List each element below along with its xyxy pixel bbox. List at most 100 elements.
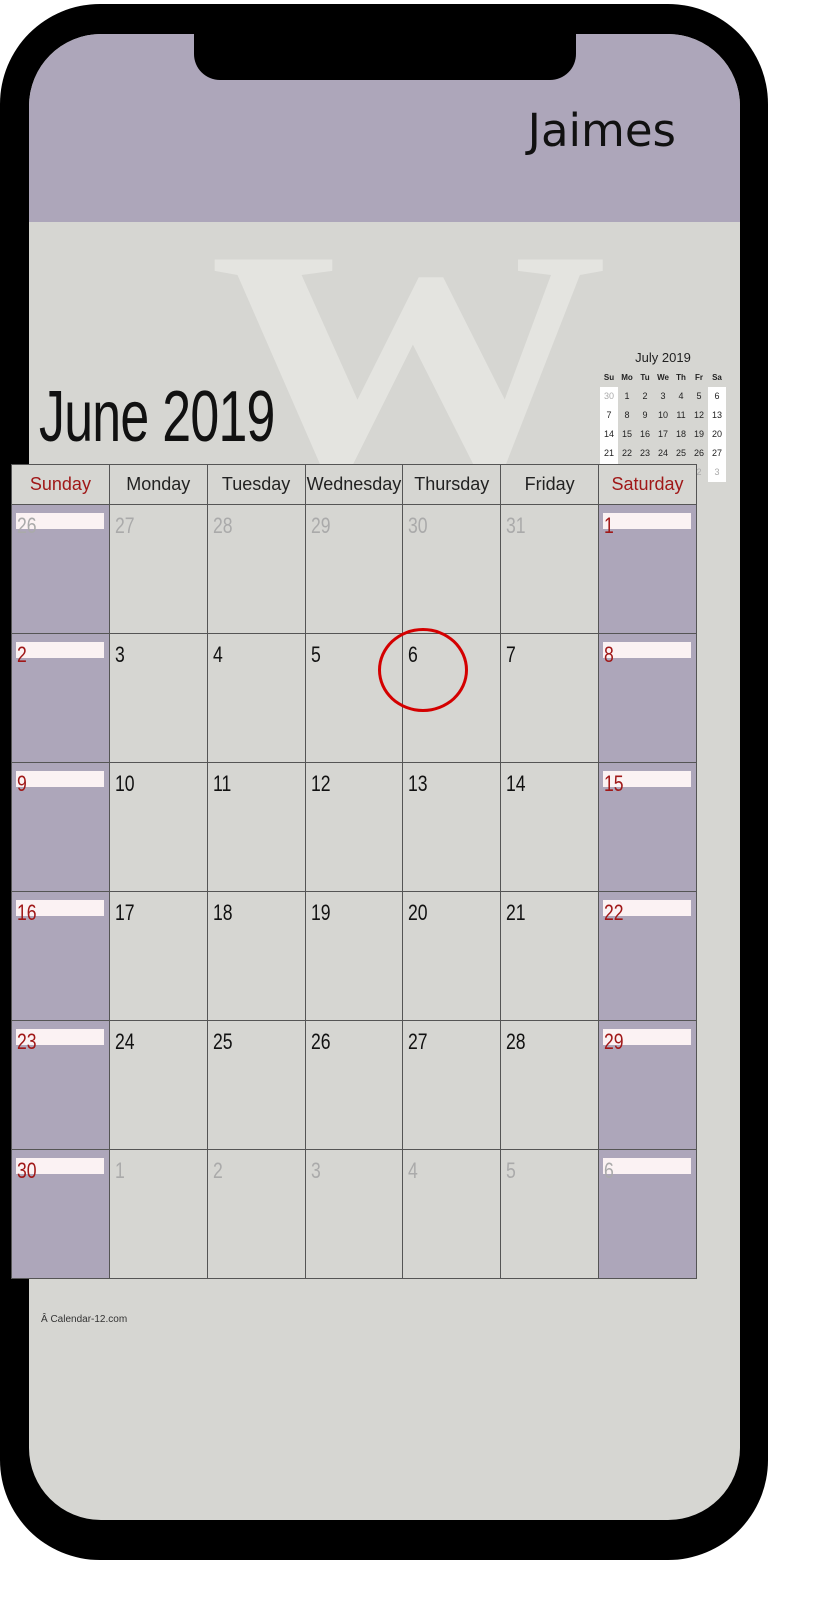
calendar-day-cell[interactable]: 28 <box>500 1020 600 1150</box>
day-number: 14 <box>506 771 526 796</box>
calendar-week-row: 2345678 <box>11 633 697 763</box>
mini-calendar-day[interactable]: 21 <box>600 444 618 463</box>
calendar-day-cell[interactable]: 9 <box>11 762 110 892</box>
mini-calendar-day[interactable]: 13 <box>708 406 726 425</box>
day-number: 28 <box>506 1029 526 1054</box>
calendar-day-cell[interactable]: 23 <box>11 1020 110 1150</box>
month-calendar-grid: Sunday Monday Tuesday Wednesday Thursday Frid… <box>11 464 697 1279</box>
calendar-day-cell[interactable]: 13 <box>402 762 502 892</box>
day-number: 16 <box>17 900 37 925</box>
mini-calendar-day[interactable]: 3 <box>654 387 672 406</box>
weekday-header-monday: Monday <box>108 464 208 505</box>
mini-calendar-day[interactable]: 17 <box>654 425 672 444</box>
calendar-day-cell[interactable]: 20 <box>402 891 502 1021</box>
weekend-label-strip <box>16 771 104 787</box>
mini-calendar-day[interactable]: 4 <box>672 387 690 406</box>
weekday-header-sunday: Sunday <box>11 464 110 505</box>
mini-calendar-day[interactable]: 11 <box>672 406 690 425</box>
mini-calendar-day[interactable]: 10 <box>654 406 672 425</box>
calendar-day-cell[interactable]: 29 <box>598 1020 697 1150</box>
mini-calendar-day[interactable]: 20 <box>708 425 726 444</box>
calendar-day-cell[interactable]: 25 <box>206 1020 306 1150</box>
day-number: 6 <box>604 1158 614 1183</box>
mini-calendar-day[interactable]: 8 <box>618 406 636 425</box>
calendar-day-cell[interactable]: 18 <box>206 891 306 1021</box>
calendar-day-cell[interactable]: 30 <box>11 1149 110 1279</box>
calendar-day-cell[interactable]: 17 <box>108 891 208 1021</box>
calendar-day-cell[interactable]: 26 <box>304 1020 404 1150</box>
calendar-day-cell[interactable]: 10 <box>108 762 208 892</box>
day-number: 5 <box>506 1158 517 1183</box>
day-number: 8 <box>604 642 614 667</box>
day-number: 28 <box>212 513 233 538</box>
calendar-day-cell[interactable]: 7 <box>500 633 600 763</box>
calendar-day-cell[interactable]: 4 <box>402 1149 502 1279</box>
mini-calendar-day[interactable]: 25 <box>672 444 690 463</box>
mini-calendar-day[interactable]: 26 <box>690 444 708 463</box>
mini-calendar-day[interactable]: 9 <box>636 406 654 425</box>
weekend-label-strip <box>16 642 104 658</box>
mini-calendar-day[interactable]: 16 <box>636 425 654 444</box>
mini-calendar-weekday: We <box>657 373 669 382</box>
calendar-day-cell[interactable]: 12 <box>304 762 404 892</box>
mini-calendar-day[interactable]: 27 <box>708 444 726 463</box>
day-number: 1 <box>114 1158 125 1183</box>
calendar-day-cell[interactable]: 11 <box>206 762 306 892</box>
mini-calendar-day[interactable]: 1 <box>618 387 636 406</box>
mini-calendar-day[interactable]: 18 <box>672 425 690 444</box>
day-number: 9 <box>17 771 27 796</box>
mini-calendar-day[interactable]: 14 <box>600 425 618 444</box>
calendar-day-cell[interactable]: 28 <box>206 504 306 634</box>
mini-calendar-day[interactable]: 19 <box>690 425 708 444</box>
calendar-day-cell[interactable]: 4 <box>206 633 306 763</box>
credit-text: Â Calendar-12.com <box>41 1314 128 1325</box>
day-number: 11 <box>212 771 231 796</box>
mini-calendar-day[interactable]: 24 <box>654 444 672 463</box>
calendar-day-cell[interactable]: 29 <box>304 504 404 634</box>
calendar-day-cell[interactable]: 26 <box>11 504 110 634</box>
calendar-day-cell[interactable]: 22 <box>598 891 697 1021</box>
calendar-day-cell[interactable]: 3 <box>304 1149 404 1279</box>
day-number: 23 <box>17 1029 37 1054</box>
calendar-day-cell[interactable]: 3 <box>108 633 208 763</box>
mini-calendar-day[interactable]: 23 <box>636 444 654 463</box>
calendar-day-cell[interactable]: 27 <box>402 1020 502 1150</box>
mini-calendar-next-month[interactable]: July 2019 Su Mo Tu We Th Fr Sa 30 1 2 3 4 5 6 7 8 9 10 11 1… <box>600 350 726 482</box>
calendar-day-cell[interactable]: 19 <box>304 891 404 1021</box>
highlight-circle <box>378 628 468 712</box>
calendar-day-cell[interactable]: 21 <box>500 891 600 1021</box>
mini-calendar-day[interactable]: 22 <box>618 444 636 463</box>
mini-calendar-weekday: Mo <box>621 373 633 382</box>
mini-calendar-day[interactable]: 2 <box>636 387 654 406</box>
calendar-day-cell[interactable]: 15 <box>598 762 697 892</box>
mini-calendar-day[interactable]: 12 <box>690 406 708 425</box>
mini-calendar-weekday: Th <box>676 373 686 382</box>
calendar-day-cell[interactable]: 8 <box>598 633 697 763</box>
day-number: 30 <box>17 1158 37 1183</box>
calendar-day-cell[interactable]: 6 <box>598 1149 697 1279</box>
mini-calendar-day[interactable]: 7 <box>600 406 618 425</box>
calendar-day-cell[interactable]: 5 <box>500 1149 600 1279</box>
calendar-day-cell[interactable]: 16 <box>11 891 110 1021</box>
mini-calendar-day[interactable]: 30 <box>600 387 618 406</box>
calendar-day-cell[interactable]: 2 <box>206 1149 306 1279</box>
calendar-day-cell[interactable]: 27 <box>108 504 208 634</box>
day-number: 22 <box>604 900 624 925</box>
calendar-week-row: 26 27 28 29 30 31 1 <box>11 504 697 634</box>
calendar-day-cell[interactable]: 2 <box>11 633 110 763</box>
calendar-day-cell[interactable]: 24 <box>108 1020 208 1150</box>
calendar-day-cell[interactable]: 1 <box>598 504 697 634</box>
calendar-day-cell[interactable]: 14 <box>500 762 600 892</box>
phone-notch <box>194 34 576 80</box>
day-number: 3 <box>114 642 125 667</box>
calendar-day-cell[interactable]: 31 <box>500 504 600 634</box>
calendar-day-cell[interactable]: 1 <box>108 1149 208 1279</box>
mini-calendar-day[interactable]: 15 <box>618 425 636 444</box>
calendar-day-cell[interactable]: 30 <box>402 504 502 634</box>
mini-calendar-day[interactable]: 3 <box>708 463 726 482</box>
owner-name: Jaimes <box>527 104 676 157</box>
mini-calendar-day[interactable]: 5 <box>690 387 708 406</box>
day-number: 1 <box>604 513 614 538</box>
day-number: 26 <box>17 513 37 538</box>
mini-calendar-day[interactable]: 6 <box>708 387 726 406</box>
